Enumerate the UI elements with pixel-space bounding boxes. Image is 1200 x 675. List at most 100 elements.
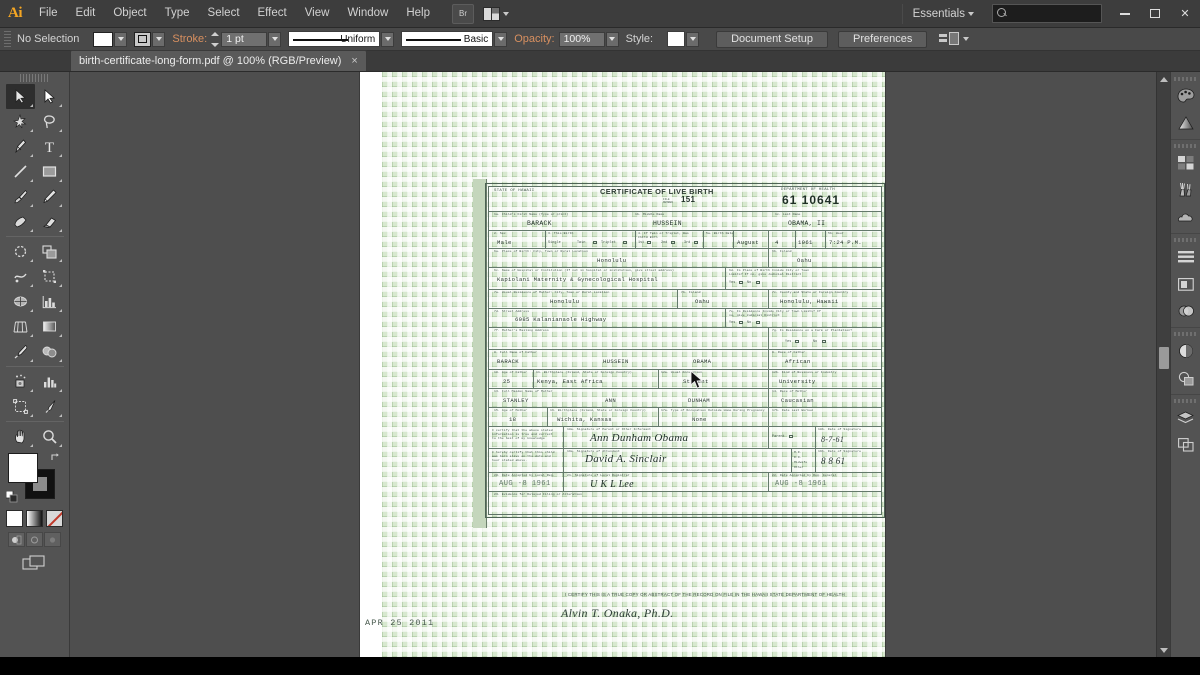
swap-fill-stroke-icon[interactable] (50, 452, 62, 463)
opacity-input[interactable]: 100% (558, 31, 605, 47)
align-icon[interactable] (939, 32, 960, 46)
fill-color-swatch[interactable] (93, 31, 114, 47)
menu-file[interactable]: File (30, 0, 67, 27)
graphic-style-swatch[interactable] (667, 31, 686, 47)
close-icon[interactable]: × (351, 55, 357, 67)
scroll-down-button[interactable] (1157, 643, 1171, 657)
minimize-button[interactable] (1110, 0, 1140, 28)
hand-tool[interactable] (6, 424, 35, 449)
symbol-sprayer-tool[interactable] (6, 369, 35, 394)
stroke-weight-input[interactable]: 1 pt (221, 31, 268, 47)
stroke-profile-select[interactable]: Uniform (288, 31, 381, 47)
opacity-dropdown[interactable] (605, 31, 619, 47)
eraser-tool[interactable] (35, 209, 64, 234)
document-tab[interactable]: birth-certificate-long-form.pdf @ 100% (… (70, 50, 367, 71)
default-fill-stroke-icon[interactable] (5, 490, 18, 503)
search-input[interactable] (992, 4, 1102, 23)
gradient-panel-icon[interactable] (1173, 110, 1199, 136)
magic-wand-tool[interactable] (6, 109, 35, 134)
order-2nd-checkbox[interactable] (671, 240, 675, 245)
paintbrush-tool[interactable] (6, 184, 35, 209)
lasso-tool[interactable] (35, 109, 64, 134)
inside-no-checkbox[interactable] (756, 280, 760, 285)
graph-tool[interactable] (35, 369, 64, 394)
swatches-panel-icon[interactable] (1173, 150, 1199, 176)
blob-brush-tool[interactable] (6, 209, 35, 234)
parent-role-checkbox[interactable] (789, 434, 793, 439)
pathfinder-panel-icon[interactable] (1173, 298, 1199, 324)
menu-select[interactable]: Select (199, 0, 249, 27)
draw-behind-button[interactable] (26, 532, 43, 547)
chevron-down-icon[interactable] (968, 11, 974, 16)
chevron-down-icon[interactable] (963, 37, 970, 41)
order-1st-checkbox[interactable] (647, 240, 651, 245)
menu-effect[interactable]: Effect (249, 0, 296, 27)
menu-type[interactable]: Type (156, 0, 199, 27)
panel-group-handle[interactable] (1173, 332, 1198, 336)
panel-group-handle[interactable] (1173, 399, 1198, 403)
triplet-checkbox[interactable] (623, 240, 627, 245)
tools-panel-grip[interactable] (19, 74, 50, 82)
scale-tool[interactable] (35, 239, 64, 264)
color-panel-icon[interactable] (1173, 83, 1199, 109)
close-button[interactable]: ✕ (1170, 0, 1200, 28)
artboard-tool[interactable] (6, 394, 35, 419)
res-inside-no-checkbox[interactable] (756, 320, 760, 325)
style-dropdown[interactable] (686, 31, 700, 47)
none-swatch-button[interactable] (46, 510, 63, 527)
mesh-tool[interactable] (6, 289, 35, 314)
pen-tool[interactable] (6, 134, 35, 159)
selection-tool[interactable] (5, 84, 35, 109)
menu-view[interactable]: View (296, 0, 339, 27)
arrange-documents-icon[interactable] (483, 4, 509, 23)
scrollbar-thumb[interactable] (1159, 347, 1169, 369)
eyedropper-tool[interactable] (6, 339, 35, 364)
stroke-profile-dropdown[interactable] (381, 31, 395, 47)
farm-no-checkbox[interactable] (822, 339, 826, 344)
workspace-switcher[interactable]: Essentials (901, 3, 984, 24)
screen-mode-button[interactable] (6, 554, 64, 574)
fill-dropdown[interactable] (114, 31, 128, 47)
free-transform-tool[interactable] (35, 264, 64, 289)
blend-tool[interactable] (35, 339, 64, 364)
menu-help[interactable]: Help (397, 0, 439, 27)
farm-yes-checkbox[interactable] (795, 339, 799, 344)
stroke-weight-dropdown[interactable] (268, 31, 282, 47)
slice-tool[interactable] (35, 394, 64, 419)
panel-group-handle[interactable] (1173, 144, 1198, 148)
fill-color-box[interactable] (7, 453, 38, 483)
document-setup-button[interactable]: Document Setup (716, 30, 829, 48)
rotate-tool[interactable] (6, 239, 35, 264)
align-panel-icon[interactable] (1173, 244, 1199, 270)
brush-dropdown[interactable] (494, 31, 508, 47)
canvas-area[interactable]: STATE OF HAWAII CERTIFICATE OF LIVE BIRT… (70, 72, 1156, 657)
panel-group-handle[interactable] (1173, 77, 1198, 81)
brushes-panel-icon[interactable] (1173, 177, 1199, 203)
perspective-grid-tool[interactable] (6, 314, 35, 339)
symbols-panel-icon[interactable] (1173, 204, 1199, 230)
preferences-button[interactable]: Preferences (838, 30, 928, 48)
stroke-weight-stepper[interactable] (211, 31, 220, 47)
color-swatch-button[interactable] (6, 510, 23, 527)
type-tool[interactable]: T (35, 134, 64, 159)
scroll-up-button[interactable] (1157, 72, 1171, 86)
rectangle-tool[interactable] (35, 159, 64, 184)
twin-checkbox[interactable] (593, 240, 597, 245)
inside-yes-checkbox[interactable] (739, 280, 743, 285)
chevron-down-icon[interactable] (503, 11, 509, 16)
stroke-color-swatch[interactable] (134, 31, 152, 47)
menu-window[interactable]: Window (338, 0, 397, 27)
transparency-panel-icon[interactable] (1173, 338, 1199, 364)
stroke-dropdown[interactable] (152, 31, 166, 47)
appearance-panel-icon[interactable] (1173, 365, 1199, 391)
menu-edit[interactable]: Edit (67, 0, 105, 27)
mesh-gradient-tool[interactable] (35, 314, 64, 339)
brush-select[interactable]: Basic (401, 31, 494, 47)
draw-inside-button[interactable] (44, 532, 61, 547)
panel-group-handle[interactable] (1173, 238, 1198, 242)
bridge-icon[interactable]: Br (452, 3, 474, 24)
warp-tool[interactable] (6, 264, 35, 289)
pencil-tool[interactable] (35, 184, 64, 209)
vertical-scrollbar[interactable] (1156, 72, 1170, 657)
layers-panel-icon[interactable] (1173, 405, 1199, 431)
